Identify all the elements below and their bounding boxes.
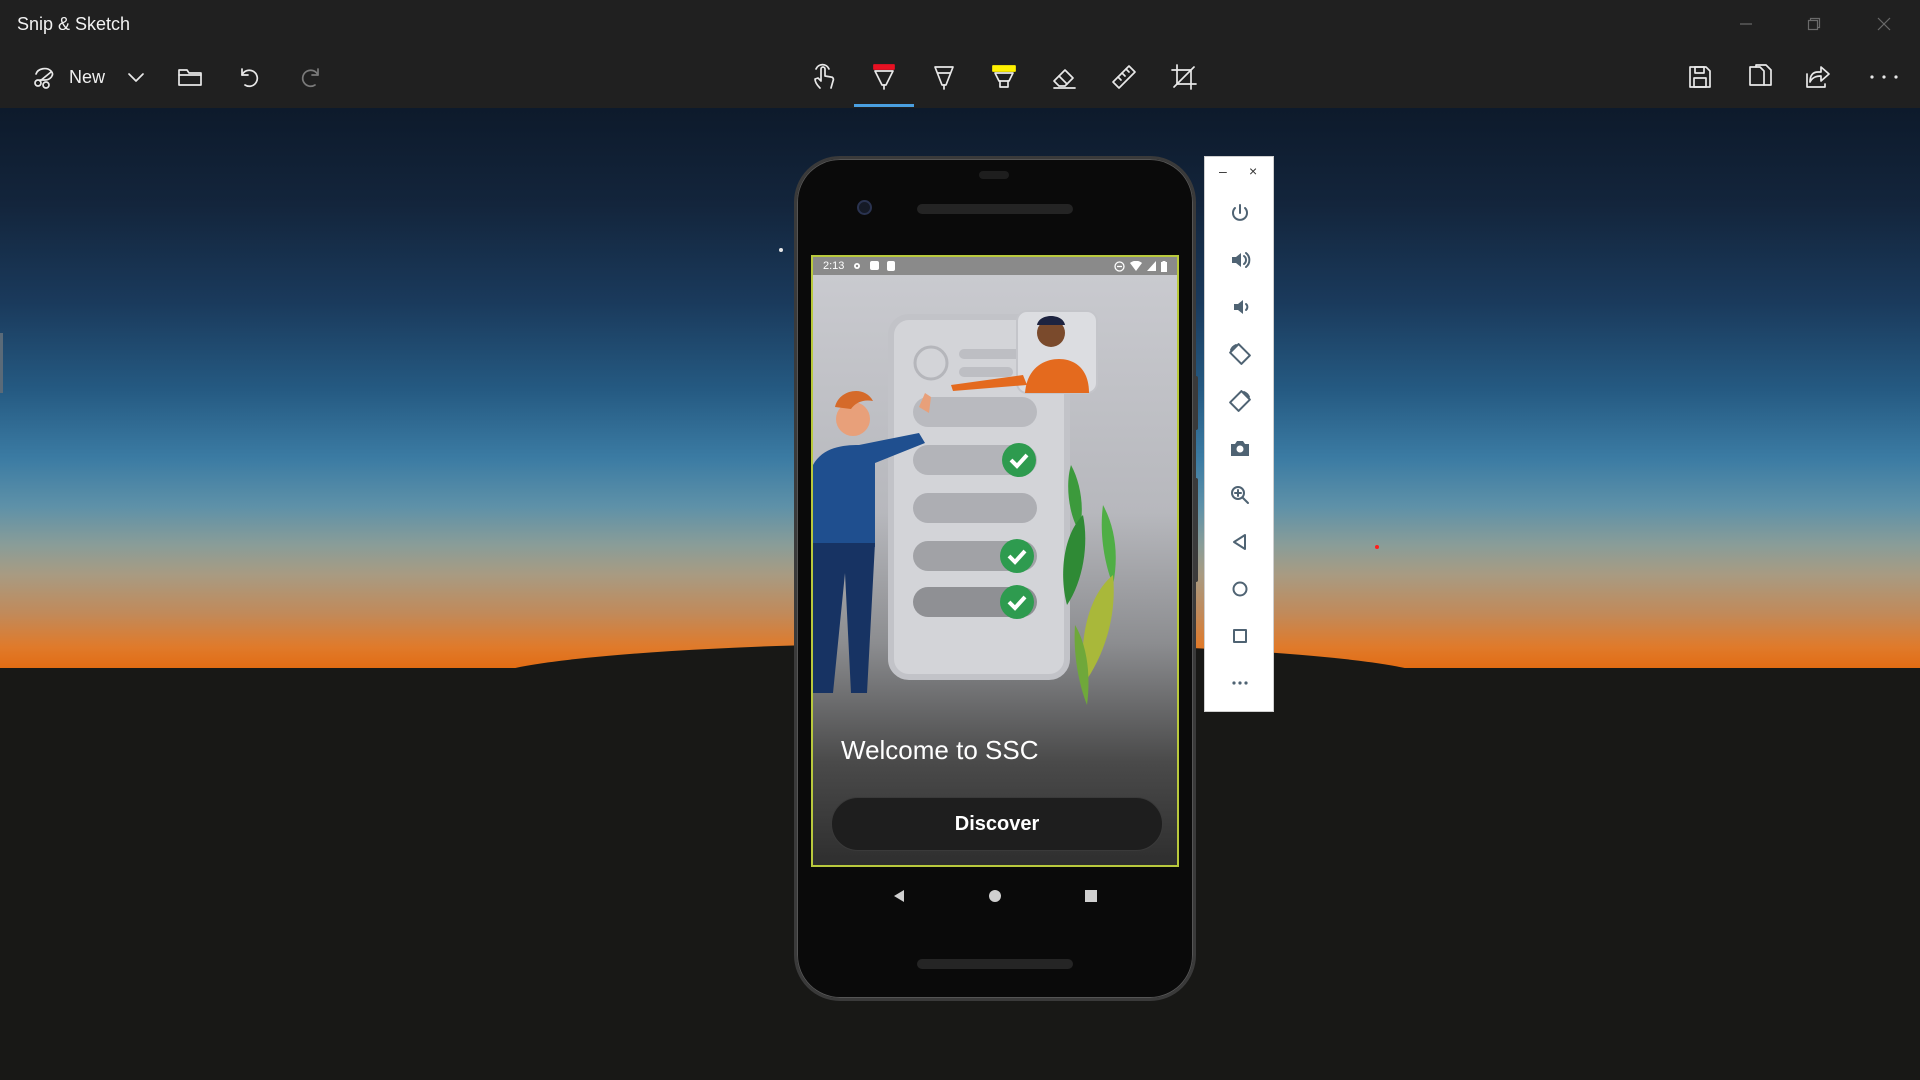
toolbar: New: [0, 48, 1920, 108]
ruler-button[interactable]: [1104, 48, 1144, 106]
more-icon: [1232, 681, 1248, 685]
discover-button[interactable]: Discover: [831, 797, 1163, 851]
emulator-power-button[interactable]: [1222, 195, 1258, 231]
new-snip-icon: [34, 67, 54, 89]
restore-icon: [1807, 17, 1821, 31]
touch-writing-button[interactable]: [804, 48, 844, 106]
rotate-right-icon: [1229, 390, 1251, 412]
highlighter-button[interactable]: [984, 48, 1024, 106]
copy-icon: [1749, 64, 1772, 86]
copy-button[interactable]: [1740, 48, 1780, 106]
recents-icon[interactable]: [1084, 889, 1098, 903]
emulator-rotate-right-button[interactable]: [1222, 383, 1258, 419]
zoom-icon: [1231, 486, 1249, 504]
app-title: Snip & Sketch: [17, 14, 131, 34]
eraser-button[interactable]: [1044, 48, 1084, 106]
pencil-button[interactable]: [924, 48, 964, 106]
new-dropdown-button[interactable]: [120, 48, 152, 106]
onboarding-art: [813, 310, 1116, 705]
emulator-overview-button[interactable]: [1222, 618, 1258, 654]
emulator-screenshot-button[interactable]: [1222, 430, 1258, 466]
notification-icon: [870, 261, 880, 270]
back-icon: [1233, 534, 1246, 550]
share-button[interactable]: [1798, 48, 1838, 106]
rotate-left-icon: [1229, 343, 1251, 365]
active-tool-indicator: [854, 104, 914, 107]
star-dot: [779, 248, 783, 252]
emulator-volume-down-button[interactable]: [1222, 289, 1258, 325]
emulator-panel-header: – ×: [1205, 157, 1273, 187]
restore-button[interactable]: [1780, 0, 1848, 48]
emulator-zoom-button[interactable]: [1222, 477, 1258, 513]
more-options-button[interactable]: [1864, 48, 1904, 106]
minimize-button[interactable]: [1712, 0, 1780, 48]
phone-earpiece: [917, 204, 1073, 214]
home-icon: [1232, 581, 1248, 597]
emulator-home-button[interactable]: [1222, 571, 1258, 607]
phone-screen[interactable]: 2:13 Welcome to SSC Discover: [811, 255, 1179, 867]
touch-writing-icon: [814, 63, 835, 89]
close-button[interactable]: [1850, 0, 1918, 48]
open-folder-icon: [178, 69, 202, 86]
status-time: 2:13: [823, 260, 845, 272]
snip-canvas[interactable]: 2:13 Welcome to SSC Discover – ×: [0, 108, 1920, 1080]
android-emulator-phone: 2:13 Welcome to SSC Discover: [794, 156, 1196, 1001]
highlighter-icon: [992, 65, 1016, 88]
emulator-rotate-left-button[interactable]: [1222, 336, 1258, 372]
ballpoint-pen-icon: [873, 64, 895, 90]
undo-icon: [241, 68, 259, 88]
more-icon: [1870, 75, 1898, 79]
welcome-heading: Welcome to SSC: [841, 735, 1039, 765]
wifi-icon: [1130, 261, 1142, 271]
emulator-back-button[interactable]: [1222, 524, 1258, 560]
ballpoint-pen-button[interactable]: [864, 48, 904, 106]
ruler-icon: [1112, 65, 1136, 89]
open-file-button[interactable]: [172, 48, 208, 106]
close-icon: [1877, 17, 1891, 31]
back-icon[interactable]: [892, 889, 906, 903]
phone-bottom-speaker: [917, 959, 1073, 969]
minimize-icon: [1740, 23, 1752, 25]
emulator-minimize-button[interactable]: –: [1219, 163, 1227, 179]
save-button[interactable]: [1680, 48, 1720, 106]
ink-dot: [1375, 545, 1379, 549]
status-notification-icons: [852, 261, 896, 271]
emulator-volume-up-button[interactable]: [1222, 242, 1258, 278]
screenshot-camera-icon: [1231, 441, 1249, 456]
android-nav-bar: [797, 871, 1193, 921]
canvas-edge-marker: [0, 333, 3, 393]
eraser-icon: [1053, 69, 1076, 89]
chevron-down-icon: [128, 73, 144, 82]
volume-down-icon: [1234, 300, 1249, 314]
battery-icon: [1161, 260, 1167, 272]
new-label: New: [68, 66, 105, 87]
status-bar: 2:13: [813, 257, 1177, 275]
do-not-disturb-icon: [1114, 260, 1125, 272]
signal-icon: [1147, 261, 1156, 271]
onboarding-illustration: [813, 275, 1177, 865]
home-icon[interactable]: [988, 889, 1002, 903]
emulator-more-button[interactable]: [1222, 665, 1258, 701]
redo-icon: [301, 68, 319, 88]
status-system-icons: [1114, 260, 1167, 272]
crop-icon: [1171, 64, 1197, 90]
crop-button[interactable]: [1164, 48, 1204, 106]
emulator-close-button[interactable]: ×: [1249, 163, 1257, 179]
overview-icon: [1233, 629, 1247, 643]
phone-camera: [857, 200, 872, 215]
power-icon: [1232, 204, 1248, 221]
settings-icon: [854, 263, 861, 269]
share-icon: [1806, 66, 1830, 88]
redo-button[interactable]: [292, 48, 328, 106]
sd-card-icon: [887, 261, 896, 271]
undo-button[interactable]: [232, 48, 268, 106]
title-bar: Snip & Sketch: [0, 0, 1920, 48]
phone-notch: [979, 171, 1009, 179]
emulator-control-panel: – ×: [1204, 156, 1274, 712]
pencil-icon: [934, 66, 954, 90]
new-snip-button[interactable]: New: [18, 48, 118, 106]
volume-up-icon: [1232, 252, 1251, 268]
save-icon: [1689, 66, 1711, 88]
